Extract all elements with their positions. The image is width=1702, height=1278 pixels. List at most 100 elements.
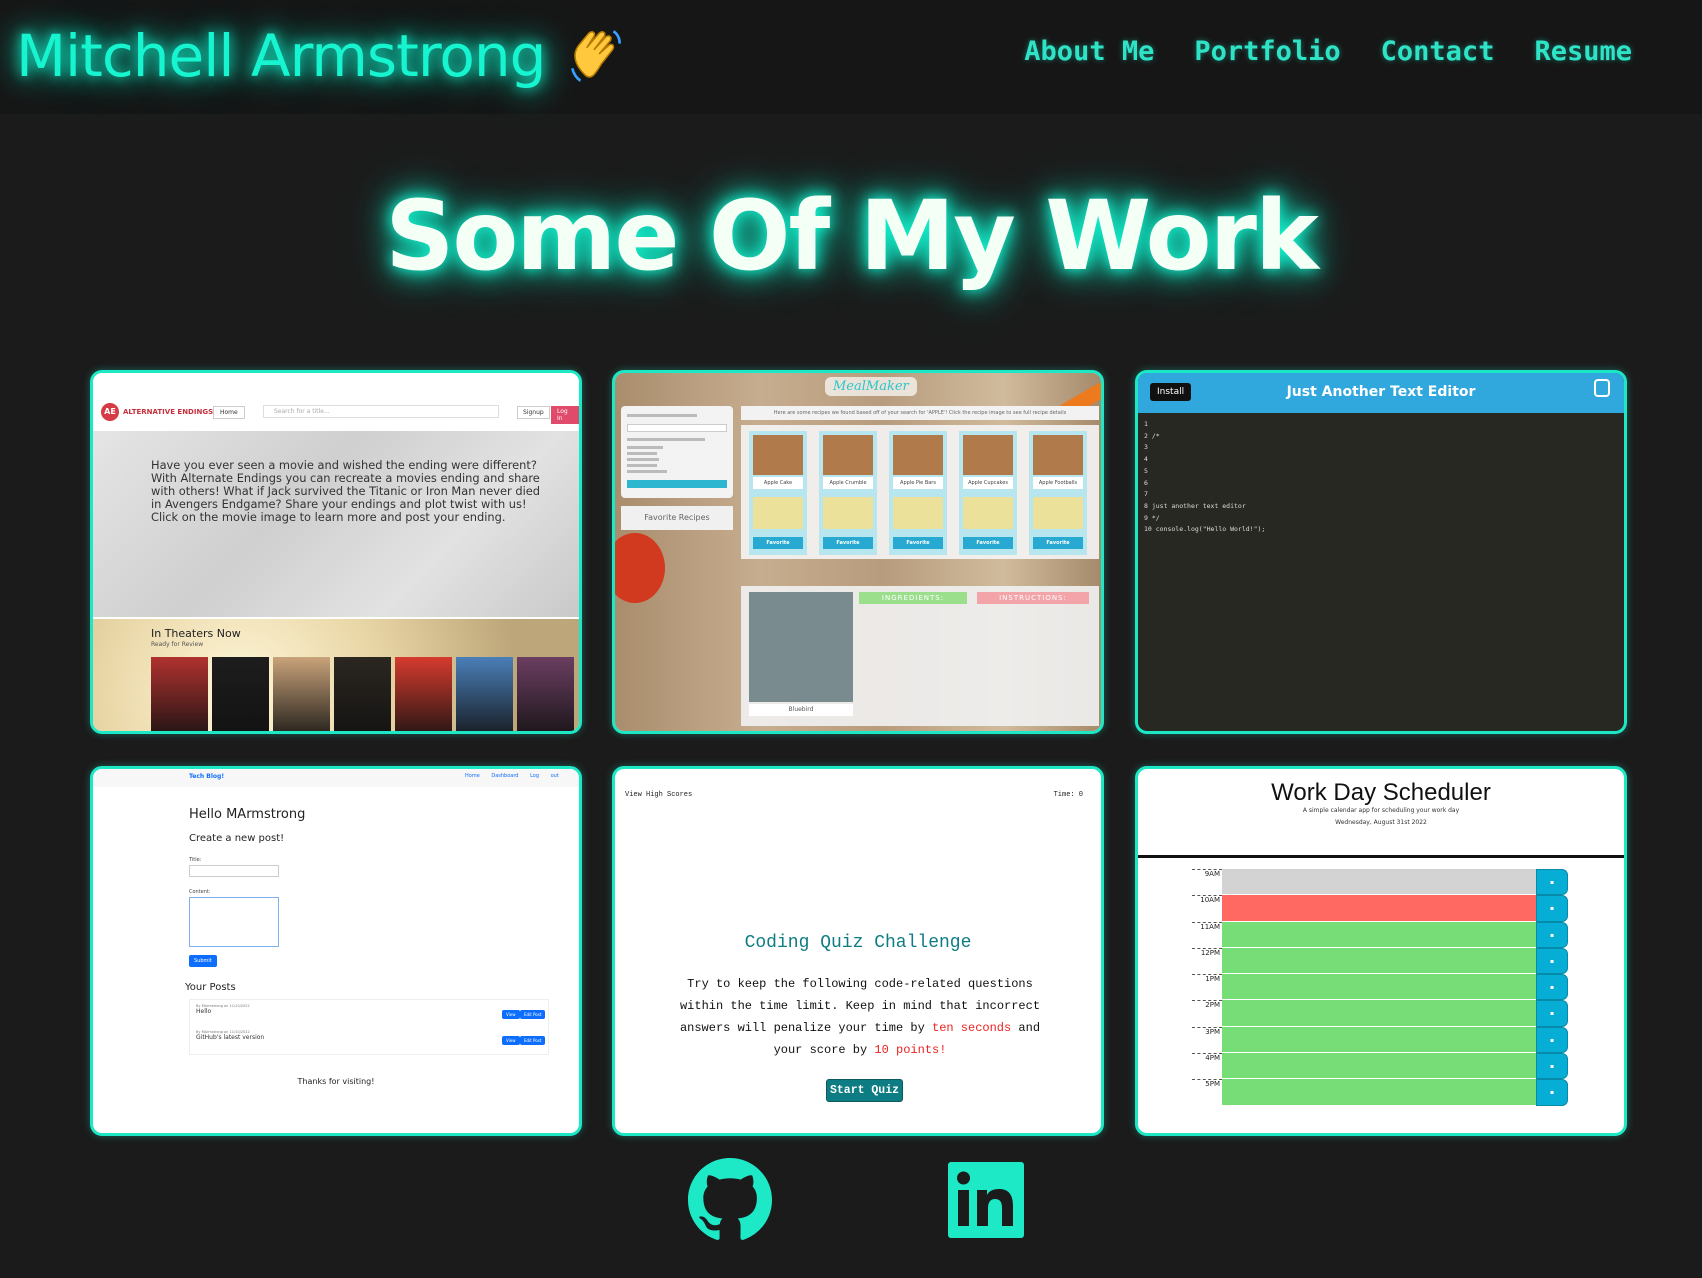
- movie-poster: [334, 657, 391, 731]
- save-icon: ▪: [1536, 974, 1568, 1001]
- code-line: 4: [1144, 455, 1148, 464]
- tb-navbar: Tech Blog! Home Dashboard Log out: [93, 769, 579, 787]
- save-icon: ▪: [1536, 947, 1568, 975]
- favorite-button: Favorite: [963, 537, 1013, 549]
- ws-divider: [1138, 855, 1624, 858]
- quiz-points: 10 points!: [874, 1043, 947, 1057]
- tb-create-heading: Create a new post!: [189, 833, 285, 844]
- movie-poster: [212, 657, 269, 731]
- recipe-name: Apple Pie Bars: [893, 477, 943, 489]
- recipe-name: Apple Footballs: [1033, 477, 1083, 489]
- favorite-button: Favorite: [753, 537, 803, 549]
- recipe-image: [963, 435, 1013, 475]
- project-card-coding-quiz[interactable]: View High Scores Time: 0 Coding Quiz Cha…: [612, 766, 1104, 1136]
- movie-poster: [395, 657, 452, 731]
- tb-post-title: GitHub's latest version: [196, 1034, 265, 1041]
- tb-nav-links: Home Dashboard Log out: [465, 773, 559, 779]
- hour-slot: [1222, 895, 1536, 922]
- ae-navbar: AE ALTERNATIVE ENDINGS Home Search for a…: [93, 373, 579, 431]
- nav-contact[interactable]: Contact: [1381, 36, 1495, 67]
- movie-poster: [456, 657, 513, 731]
- recipe-image: [893, 435, 943, 475]
- hour-label: 5PM: [1192, 1079, 1222, 1105]
- recipe-info: [823, 497, 873, 529]
- ae-poster-row: [151, 657, 574, 731]
- jate-header: Install Just Another Text Editor: [1138, 373, 1624, 413]
- project-card-scheduler[interactable]: Work Day Scheduler A simple calendar app…: [1135, 766, 1627, 1136]
- hour-row: 5PM ▪: [1192, 1079, 1572, 1106]
- tb-post-title: Hello: [196, 1008, 212, 1015]
- tb-thanks: Thanks for visiting!: [297, 1077, 375, 1086]
- hour-label: 9AM: [1192, 869, 1222, 895]
- nav-resume[interactable]: Resume: [1534, 36, 1632, 67]
- hour-row: 3PM ▪: [1192, 1026, 1572, 1054]
- hour-row: 9AM ▪: [1192, 869, 1572, 896]
- tb-post: By MArmstrong on 11/10/2022 Hello: [196, 1004, 250, 1015]
- tb-title-label: Title:: [189, 857, 202, 863]
- linkedin-icon[interactable]: [948, 1162, 1024, 1238]
- site-header: Mitchell Armstrong About Me Portfolio Co…: [0, 0, 1702, 114]
- save-icon: ▪: [1536, 1000, 1568, 1027]
- mm-favorites: Favorite Recipes: [621, 506, 733, 530]
- tb-brand: Tech Blog!: [189, 773, 225, 780]
- tb-submit-button: Submit: [189, 955, 217, 967]
- tb-view-button: View: [502, 1010, 520, 1019]
- project-card-alternative-endings[interactable]: AE ALTERNATIVE ENDINGS Home Search for a…: [90, 370, 582, 734]
- tb-greeting: Hello MArmstrong: [189, 807, 306, 822]
- ae-home-button: Home: [213, 406, 245, 419]
- recipe-card: Apple Cake Favorite: [749, 431, 807, 555]
- tb-your-posts: Your Posts: [185, 982, 236, 993]
- hour-label: 12PM: [1192, 947, 1222, 974]
- code-line: 3: [1144, 443, 1148, 452]
- start-quiz-button: Start Quiz: [826, 1079, 904, 1102]
- hour-label: 1PM: [1192, 974, 1222, 1000]
- project-card-tech-blog[interactable]: Tech Blog! Home Dashboard Log out Hello …: [90, 766, 582, 1136]
- mm-submit-button: [627, 480, 727, 488]
- ws-title: Work Day Scheduler: [1271, 779, 1491, 806]
- movie-poster: [151, 657, 208, 731]
- github-icon[interactable]: [688, 1158, 772, 1242]
- drink-image: [749, 592, 853, 702]
- brand-name[interactable]: Mitchell Armstrong: [16, 22, 546, 90]
- quiz-penalty: ten seconds: [932, 1021, 1012, 1035]
- recipe-image: [753, 435, 803, 475]
- hour-slot: [1222, 1053, 1536, 1080]
- code-line: 6: [1144, 478, 1148, 487]
- recipe-image: [823, 435, 873, 475]
- quiz-instructions: Try to keep the following code-related q…: [675, 973, 1045, 1061]
- nav-portfolio[interactable]: Portfolio: [1194, 36, 1340, 67]
- project-card-jate[interactable]: Install Just Another Text Editor 1 2 /* 3 4…: [1135, 370, 1627, 734]
- waving-hand-icon: [570, 30, 621, 82]
- ae-brand: ALTERNATIVE ENDINGS: [123, 408, 214, 416]
- ae-login-button: Log In: [551, 406, 579, 424]
- ae-search-input: Search for a title...: [263, 405, 499, 418]
- tb-edit-button: Edit Post: [520, 1010, 546, 1019]
- save-icon: ▪: [1536, 921, 1568, 948]
- ws-date: Wednesday, August 31st 2022: [1335, 819, 1427, 826]
- tb-view-button: View: [502, 1036, 520, 1045]
- view-high-scores: View High Scores: [625, 791, 693, 799]
- mm-recipe-list: Apple Cake Favorite Apple Crumble Favorite A…: [741, 425, 1099, 559]
- hour-label: 4PM: [1192, 1053, 1222, 1079]
- main-nav: About Me Portfolio Contact Resume: [1024, 36, 1632, 67]
- project-card-mealmaker[interactable]: MealMaker Favorite Recipes Here are some…: [612, 370, 1104, 734]
- nav-about-me[interactable]: About Me: [1024, 36, 1154, 67]
- favorite-button: Favorite: [1033, 537, 1083, 549]
- brand[interactable]: Mitchell Armstrong: [16, 22, 630, 90]
- ae-theaters-subtitle: Ready for Review: [151, 641, 204, 648]
- hour-row: 2PM ▪: [1192, 1000, 1572, 1027]
- tb-edit-button: Edit Post: [520, 1036, 546, 1045]
- code-line: 7: [1144, 490, 1148, 499]
- save-icon: ▪: [1536, 895, 1568, 922]
- recipe-info: [753, 497, 803, 529]
- code-line: 1: [1144, 420, 1148, 428]
- ae-theaters-title: In Theaters Now: [151, 627, 241, 640]
- tb-title-input: [189, 865, 279, 877]
- code-line: 8 just another text editor: [1144, 501, 1246, 510]
- hour-row: 1PM ▪: [1192, 974, 1572, 1001]
- hour-label: 11AM: [1192, 921, 1222, 948]
- recipe-card: Apple Pie Bars Favorite: [889, 431, 947, 555]
- favorite-button: Favorite: [823, 537, 873, 549]
- mm-search-form: [621, 406, 733, 498]
- tb-post-list: By MArmstrong on 11/10/2022 Hello View E…: [189, 999, 549, 1055]
